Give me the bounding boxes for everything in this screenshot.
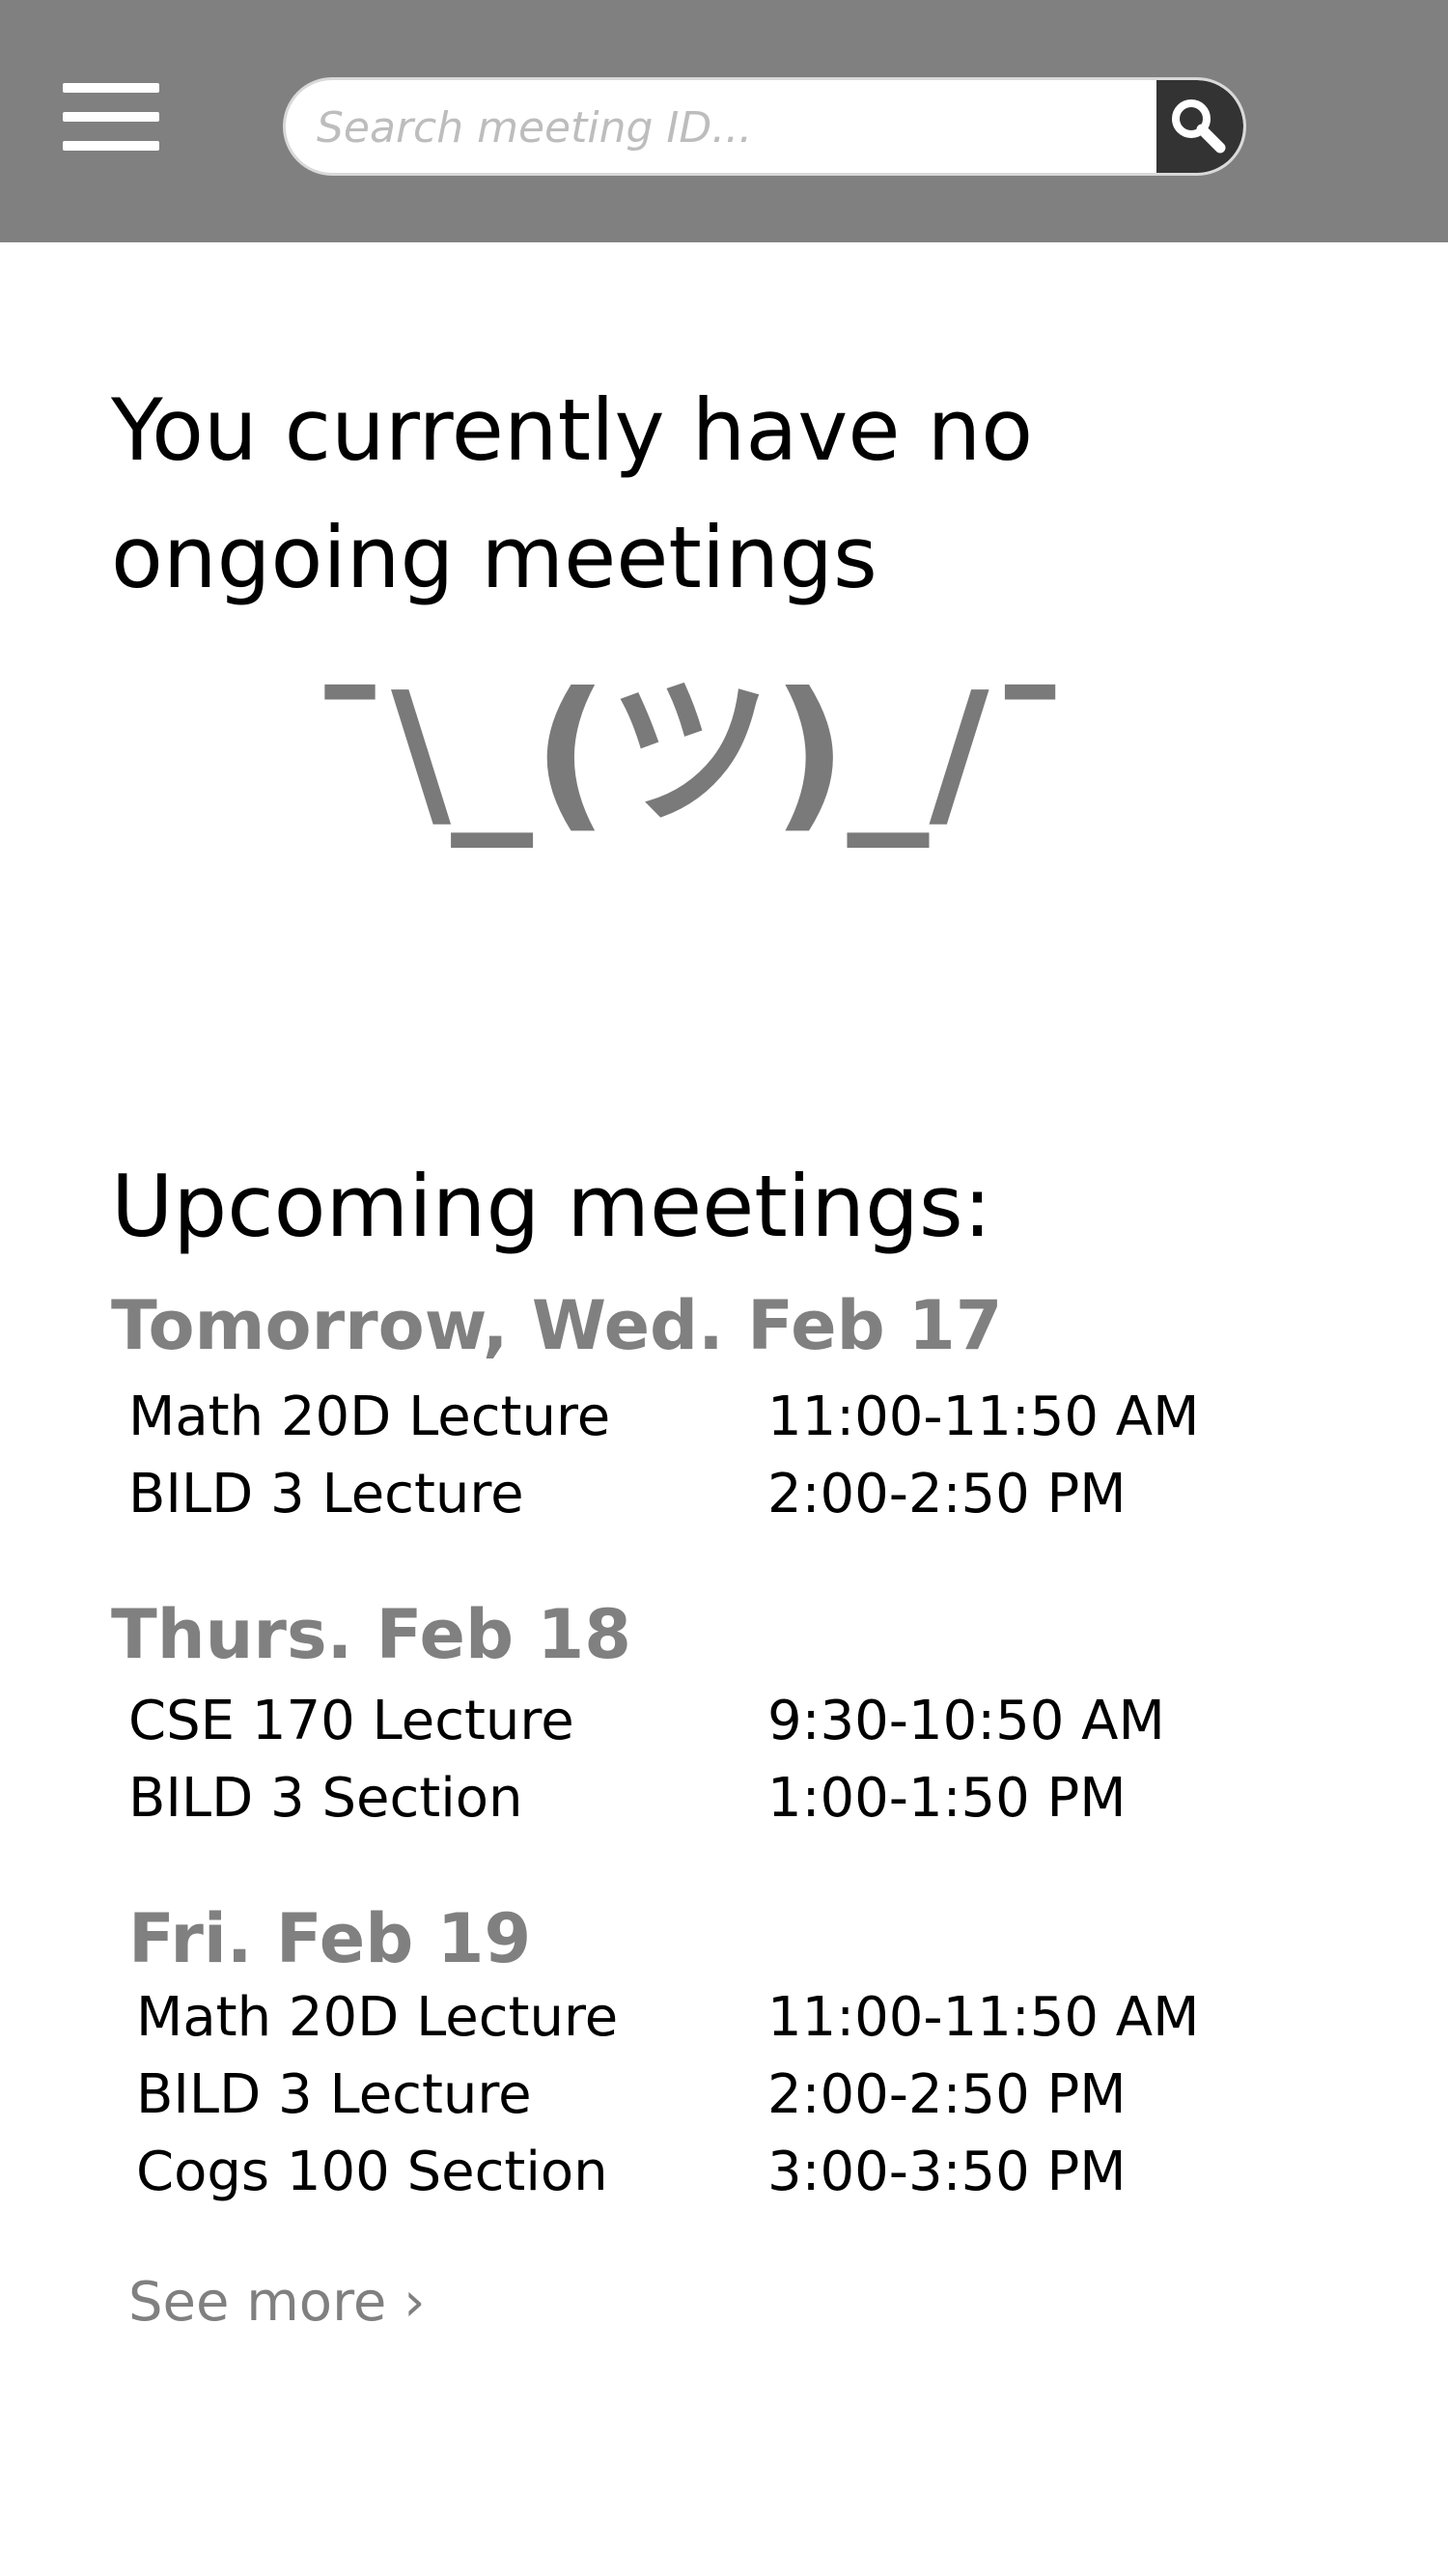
meeting-time: 2:00-2:50 PM (767, 2063, 1127, 2126)
meeting-name: Math 20D Lecture (128, 1386, 611, 1448)
see-more-link[interactable]: See more › (128, 2264, 426, 2341)
menu-bar-line (63, 141, 159, 151)
meeting-row[interactable]: BILD 3 Section 1:00-1:50 PM (128, 1760, 1287, 1837)
menu-bar-line (63, 83, 159, 93)
shrug-emoticon: ¯\_(ツ)_/¯ (309, 658, 1072, 849)
meeting-row[interactable]: Cogs 100 Section 3:00-3:50 PM (136, 2134, 1295, 2211)
search-button[interactable] (1156, 80, 1243, 173)
meeting-name: BILD 3 Section (128, 1767, 523, 1830)
meeting-name: Math 20D Lecture (136, 1986, 619, 2049)
meeting-name: BILD 3 Lecture (136, 2063, 532, 2126)
page: You currently have no ongoing meetings ¯… (0, 0, 1448, 2576)
meeting-row[interactable]: Math 20D Lecture 11:00-11:50 AM (128, 1379, 1287, 1456)
meeting-time: 1:00-1:50 PM (767, 1767, 1127, 1830)
meeting-time: 9:30-10:50 AM (767, 1690, 1165, 1752)
meeting-name: CSE 170 Lecture (128, 1690, 574, 1752)
meeting-row[interactable]: CSE 170 Lecture 9:30-10:50 AM (128, 1683, 1287, 1760)
no-ongoing-meetings-title: You currently have no ongoing meetings (111, 380, 1034, 607)
magnifier-icon (1172, 99, 1226, 154)
upcoming-meetings-title: Upcoming meetings: (111, 1157, 992, 1256)
meeting-time: 11:00-11:50 AM (767, 1986, 1200, 2049)
hamburger-menu-icon[interactable] (53, 77, 159, 164)
search-input[interactable] (315, 80, 1149, 173)
meeting-row[interactable]: BILD 3 Lecture 2:00-2:50 PM (136, 2057, 1295, 2134)
meeting-row[interactable]: BILD 3 Lecture 2:00-2:50 PM (128, 1456, 1287, 1533)
meeting-row[interactable]: Math 20D Lecture 11:00-11:50 AM (136, 1979, 1295, 2057)
day-heading: Tomorrow, Wed. Feb 17 (111, 1286, 1003, 1365)
meeting-time: 11:00-11:50 AM (767, 1386, 1200, 1448)
menu-bar-line (63, 112, 159, 122)
meeting-name: Cogs 100 Section (136, 2141, 608, 2203)
search-box (283, 77, 1246, 176)
meeting-name: BILD 3 Lecture (128, 1463, 524, 1526)
day-heading: Thurs. Feb 18 (111, 1595, 631, 1674)
top-bar (0, 0, 1448, 242)
meeting-time: 3:00-3:50 PM (767, 2141, 1127, 2203)
meeting-time: 2:00-2:50 PM (767, 1463, 1127, 1526)
day-heading: Fri. Feb 19 (128, 1899, 532, 1978)
